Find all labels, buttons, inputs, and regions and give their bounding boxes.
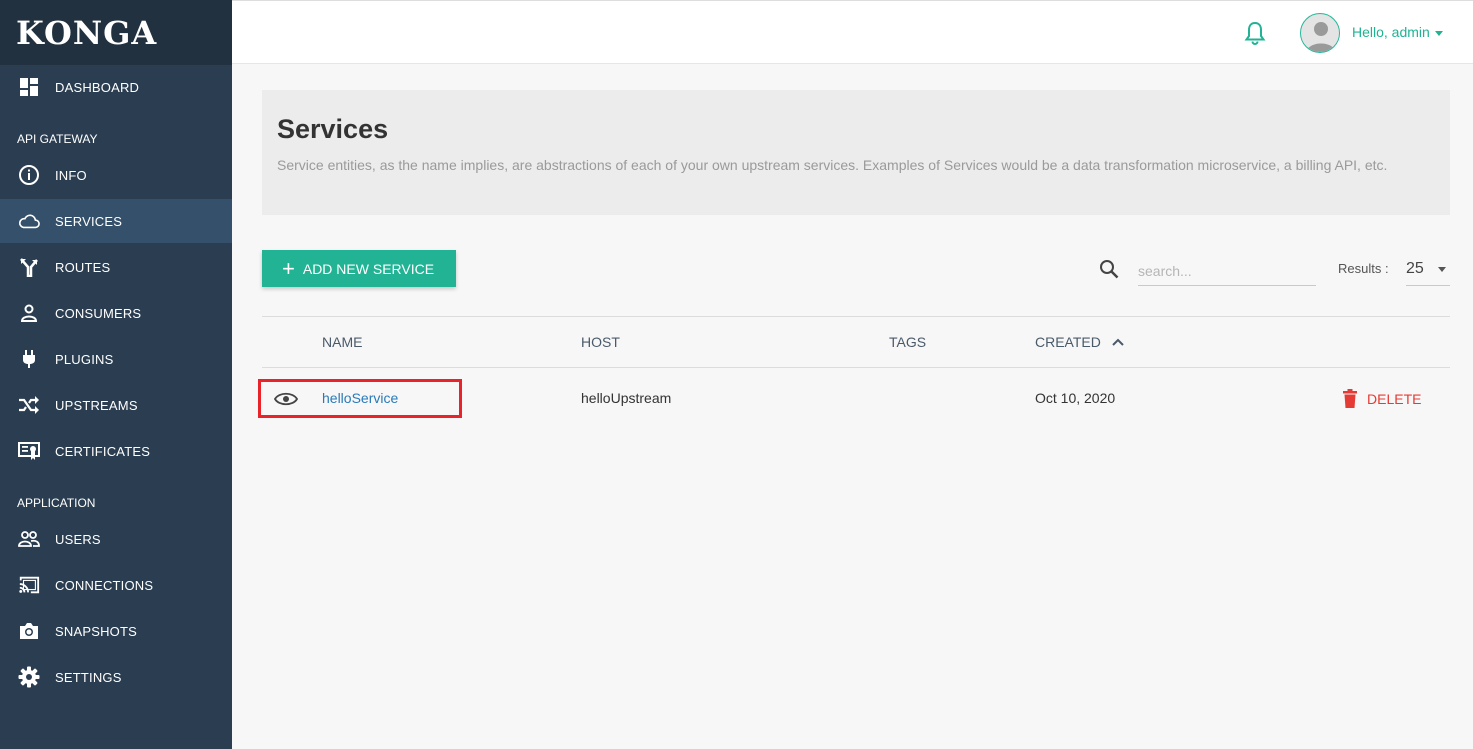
sidebar-item-upstreams[interactable]: UPSTREAMS (0, 383, 232, 427)
sidebar-item-users[interactable]: USERS (0, 517, 232, 561)
cloud-icon (18, 210, 40, 232)
brand-logo[interactable]: KONGA (0, 0, 232, 65)
sidebar-item-certificates[interactable]: CERTIFICATES (0, 429, 232, 473)
column-header-created[interactable]: CREATED (1035, 334, 1125, 350)
add-new-service-label: ADD NEW SERVICE (302, 260, 435, 277)
brand-name: KONGA (16, 13, 158, 52)
results-label: Results : (1338, 261, 1389, 276)
delete-button[interactable]: DELETE (1342, 389, 1421, 408)
page-header: Services Service entities, as the name i… (262, 90, 1450, 215)
column-header-host[interactable]: HOST (581, 334, 620, 350)
column-header-name[interactable]: NAME (322, 334, 362, 350)
trash-icon (1343, 389, 1357, 408)
sidebar-item-snapshots[interactable]: SNAPSHOTS (0, 609, 232, 653)
sidebar-item-label: CERTIFICATES (55, 443, 151, 459)
sidebar-item-services[interactable]: SERVICES (0, 199, 232, 243)
caret-down-icon (1438, 267, 1446, 272)
sidebar-item-label: CONNECTIONS (55, 577, 154, 593)
service-created: Oct 10, 2020 (1035, 390, 1116, 406)
sidebar-item-settings[interactable]: SETTINGS (0, 655, 232, 699)
section-api-gateway: API GATEWAY (17, 132, 98, 146)
delete-label: DELETE (1367, 390, 1422, 407)
sidebar-item-label: USERS (55, 531, 101, 547)
search-icon (1100, 260, 1119, 279)
user-menu[interactable]: Hello, admin (1352, 24, 1443, 40)
plus-icon: + (282, 255, 295, 281)
search-input[interactable] (1138, 256, 1316, 286)
sidebar-item-label: CONSUMERS (55, 305, 142, 321)
top-bar: Hello, admin (232, 0, 1473, 64)
service-host: helloUpstream (581, 390, 672, 406)
column-header-created-label: CREATED (1035, 334, 1101, 350)
sidebar-item-plugins[interactable]: PLUGINS (0, 337, 232, 381)
sidebar-item-consumers[interactable]: CONSUMERS (0, 291, 232, 335)
bell-icon[interactable] (1244, 21, 1266, 45)
results-value: 25 (1406, 260, 1424, 277)
sidebar-item-label: SERVICES (55, 213, 123, 229)
caret-down-icon (1434, 30, 1443, 36)
sidebar-item-label: ROUTES (55, 259, 111, 275)
highlight-box (258, 379, 462, 418)
table-header-divider (262, 367, 1450, 368)
sort-ascending-icon (1112, 338, 1124, 346)
sidebar: KONGA DASHBOARD API GATEWAY INFO SERVICE… (0, 0, 232, 749)
sidebar-item-routes[interactable]: ROUTES (0, 245, 232, 289)
sidebar-item-dashboard[interactable]: DASHBOARD (0, 65, 232, 109)
certificate-icon (18, 440, 40, 462)
user-icon (18, 302, 40, 324)
sidebar-item-label: INFO (55, 167, 87, 183)
sidebar-item-connections[interactable]: CONNECTIONS (0, 563, 232, 607)
gear-icon (18, 666, 40, 688)
sidebar-item-label: SNAPSHOTS (55, 623, 137, 639)
shuffle-icon (18, 394, 40, 416)
column-header-tags[interactable]: TAGS (889, 334, 926, 350)
table-divider (262, 316, 1450, 317)
results-per-page-select[interactable]: 25 (1406, 256, 1450, 286)
routes-icon (18, 256, 40, 278)
section-application: APPLICATION (17, 496, 96, 510)
info-icon (18, 164, 40, 186)
page-description: Service entities, as the name implies, a… (277, 157, 1388, 173)
plug-icon (18, 348, 40, 370)
page-title: Services (277, 114, 389, 144)
camera-icon (18, 620, 40, 642)
sidebar-item-label: DASHBOARD (55, 79, 140, 95)
sidebar-item-label: SETTINGS (55, 669, 122, 685)
add-new-service-button[interactable]: + ADD NEW SERVICE (262, 250, 456, 287)
dashboard-icon (18, 76, 40, 98)
sidebar-item-info[interactable]: INFO (0, 153, 232, 197)
sidebar-item-label: UPSTREAMS (55, 397, 138, 413)
sidebar-item-label: PLUGINS (55, 351, 114, 367)
avatar[interactable] (1300, 13, 1340, 53)
cast-icon (18, 574, 40, 596)
greeting-text: Hello, admin (1352, 24, 1430, 40)
users-icon (18, 528, 40, 550)
